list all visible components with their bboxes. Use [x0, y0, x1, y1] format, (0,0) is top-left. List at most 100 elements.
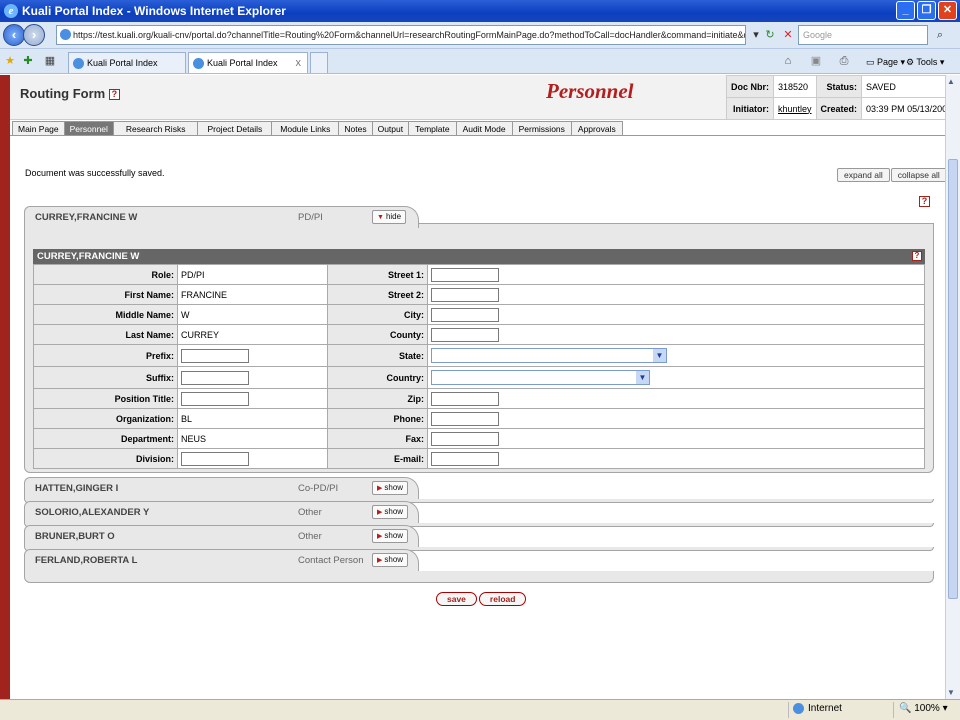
zip-label: Zip:: [327, 388, 428, 409]
tab-approvals[interactable]: Approvals: [570, 121, 623, 136]
fax-cell: [427, 428, 925, 449]
print-icon[interactable]: ⎙: [836, 52, 852, 70]
window-title: Kuali Portal Index - Windows Internet Ex…: [22, 4, 286, 18]
new-tab-button[interactable]: [310, 52, 328, 73]
zoom-level: 100%: [914, 703, 940, 714]
favorites-star-icon[interactable]: ★: [2, 52, 18, 70]
close-button[interactable]: ✕: [938, 1, 957, 20]
search-input[interactable]: Google: [798, 25, 928, 45]
person-role: Co-PD/PI: [298, 483, 339, 494]
person-name: BRUNER,BURT O: [35, 531, 115, 542]
triangle-right-icon: ▶: [377, 557, 383, 564]
forward-arrow-icon[interactable]: ›: [23, 24, 45, 46]
help-icon[interactable]: ?: [912, 251, 922, 261]
tab-personnel[interactable]: Personnel: [63, 121, 114, 136]
save-button[interactable]: save: [436, 592, 477, 606]
person-detail-table: Role: PD/PI Street 1: First Name: FRANCI…: [33, 264, 925, 469]
tab-research-risks[interactable]: Research Risks: [112, 121, 199, 136]
page-help-icon[interactable]: ?: [919, 196, 930, 207]
street2-input[interactable]: [431, 287, 499, 302]
tab-module-links[interactable]: Module Links: [271, 121, 340, 136]
person-detail-heading-text: CURREY,FRANCINE W: [37, 251, 140, 262]
city-input[interactable]: [431, 307, 499, 322]
maximize-button[interactable]: ❐: [917, 1, 936, 20]
browser-tab[interactable]: Kuali Portal Index: [68, 52, 186, 73]
fax-input[interactable]: [431, 431, 499, 446]
tab-main-page[interactable]: Main Page: [12, 121, 65, 136]
county-cell: [427, 324, 925, 345]
department-value: NEUS: [177, 428, 328, 449]
position-title-input[interactable]: [181, 391, 249, 406]
scroll-up-icon[interactable]: ▲: [947, 77, 955, 86]
scroll-down-icon[interactable]: ▼: [947, 688, 955, 697]
state-select[interactable]: ▼: [431, 348, 667, 363]
reload-button[interactable]: reload: [478, 592, 527, 606]
zoom-control[interactable]: 🔍 100% ▾: [899, 703, 948, 714]
suffix-input[interactable]: [181, 370, 249, 385]
doc-nbr-label: Doc Nbr:: [726, 75, 774, 98]
zip-input[interactable]: [431, 391, 499, 406]
suffix-cell: [177, 366, 328, 389]
prefix-input[interactable]: [181, 348, 249, 363]
search-icon[interactable]: ⌕: [932, 26, 948, 44]
role-label: Role:: [33, 264, 178, 285]
triangle-down-icon: ▼: [377, 214, 384, 221]
address-field[interactable]: https://test.kuali.org/kuali-cnv/portal.…: [56, 25, 746, 45]
vertical-scrollbar[interactable]: ▲ ▼: [945, 75, 960, 699]
scroll-thumb[interactable]: [948, 159, 958, 599]
tab-permissions[interactable]: Permissions: [511, 121, 572, 136]
help-icon[interactable]: ?: [108, 89, 120, 101]
page-title: Routing Form ?: [20, 86, 120, 101]
street1-label: Street 1:: [327, 264, 428, 285]
division-input[interactable]: [181, 451, 249, 466]
initiator-link[interactable]: khuntley: [778, 104, 812, 114]
quick-tabs-icon[interactable]: ▦: [42, 52, 58, 70]
ie-logo-icon: e: [4, 4, 18, 18]
street1-input[interactable]: [431, 267, 499, 282]
city-cell: [427, 304, 925, 325]
phone-input[interactable]: [431, 411, 499, 426]
hide-button[interactable]: ▼ hide: [372, 210, 407, 224]
expand-all-button[interactable]: expand all: [837, 168, 890, 182]
county-input[interactable]: [431, 327, 499, 342]
minimize-button[interactable]: _: [896, 1, 915, 20]
scroll-track: ▲ ▼: [945, 75, 960, 699]
phone-cell: [427, 408, 925, 429]
email-input[interactable]: [431, 451, 499, 466]
show-button[interactable]: ▶ show: [372, 529, 409, 543]
country-select[interactable]: ▼: [431, 370, 650, 385]
tab-template[interactable]: Template: [408, 121, 457, 136]
city-label: City:: [327, 304, 428, 325]
form-tabs: Main Page Personnel Research Risks Proje…: [12, 121, 623, 136]
position-title-cell: [177, 388, 328, 409]
tab-project-details[interactable]: Project Details: [197, 121, 273, 136]
security-zone: Internet: [793, 703, 842, 714]
show-button-label: show: [384, 531, 404, 540]
feeds-icon[interactable]: ▣: [808, 52, 824, 70]
chevron-down-icon: ▼: [636, 371, 649, 384]
tools-menu[interactable]: ⚙ Tools ▾: [906, 53, 944, 71]
browser-tab-active[interactable]: Kuali Portal Index x: [188, 52, 308, 73]
show-button[interactable]: ▶ show: [372, 481, 409, 495]
refresh-icon[interactable]: ↻: [762, 26, 778, 44]
collapse-all-button[interactable]: collapse all: [890, 168, 947, 182]
zone-label: Internet: [808, 703, 842, 715]
show-button[interactable]: ▶ show: [372, 505, 409, 519]
tab-notes[interactable]: Notes: [338, 121, 373, 136]
tab-divider: [10, 135, 945, 136]
section-title: Personnel: [546, 79, 634, 103]
stop-icon[interactable]: ✕: [780, 26, 796, 44]
person-panel-collapsed: [24, 571, 934, 583]
page-menu[interactable]: ▭ Page ▾: [866, 53, 905, 71]
tab-audit-mode[interactable]: Audit Mode: [455, 121, 513, 136]
tab-output[interactable]: Output: [371, 121, 410, 136]
home-icon[interactable]: ⌂: [780, 52, 796, 70]
hide-button-label: hide: [385, 212, 402, 221]
close-tab-icon[interactable]: x: [296, 53, 302, 73]
add-favorite-icon[interactable]: ✚: [20, 52, 36, 70]
show-button[interactable]: ▶ show: [372, 553, 409, 567]
back-arrow-icon[interactable]: ‹: [3, 24, 25, 46]
country-label: Country:: [327, 366, 428, 389]
state-label: State:: [327, 344, 428, 367]
form-actions: save reload: [436, 592, 527, 606]
